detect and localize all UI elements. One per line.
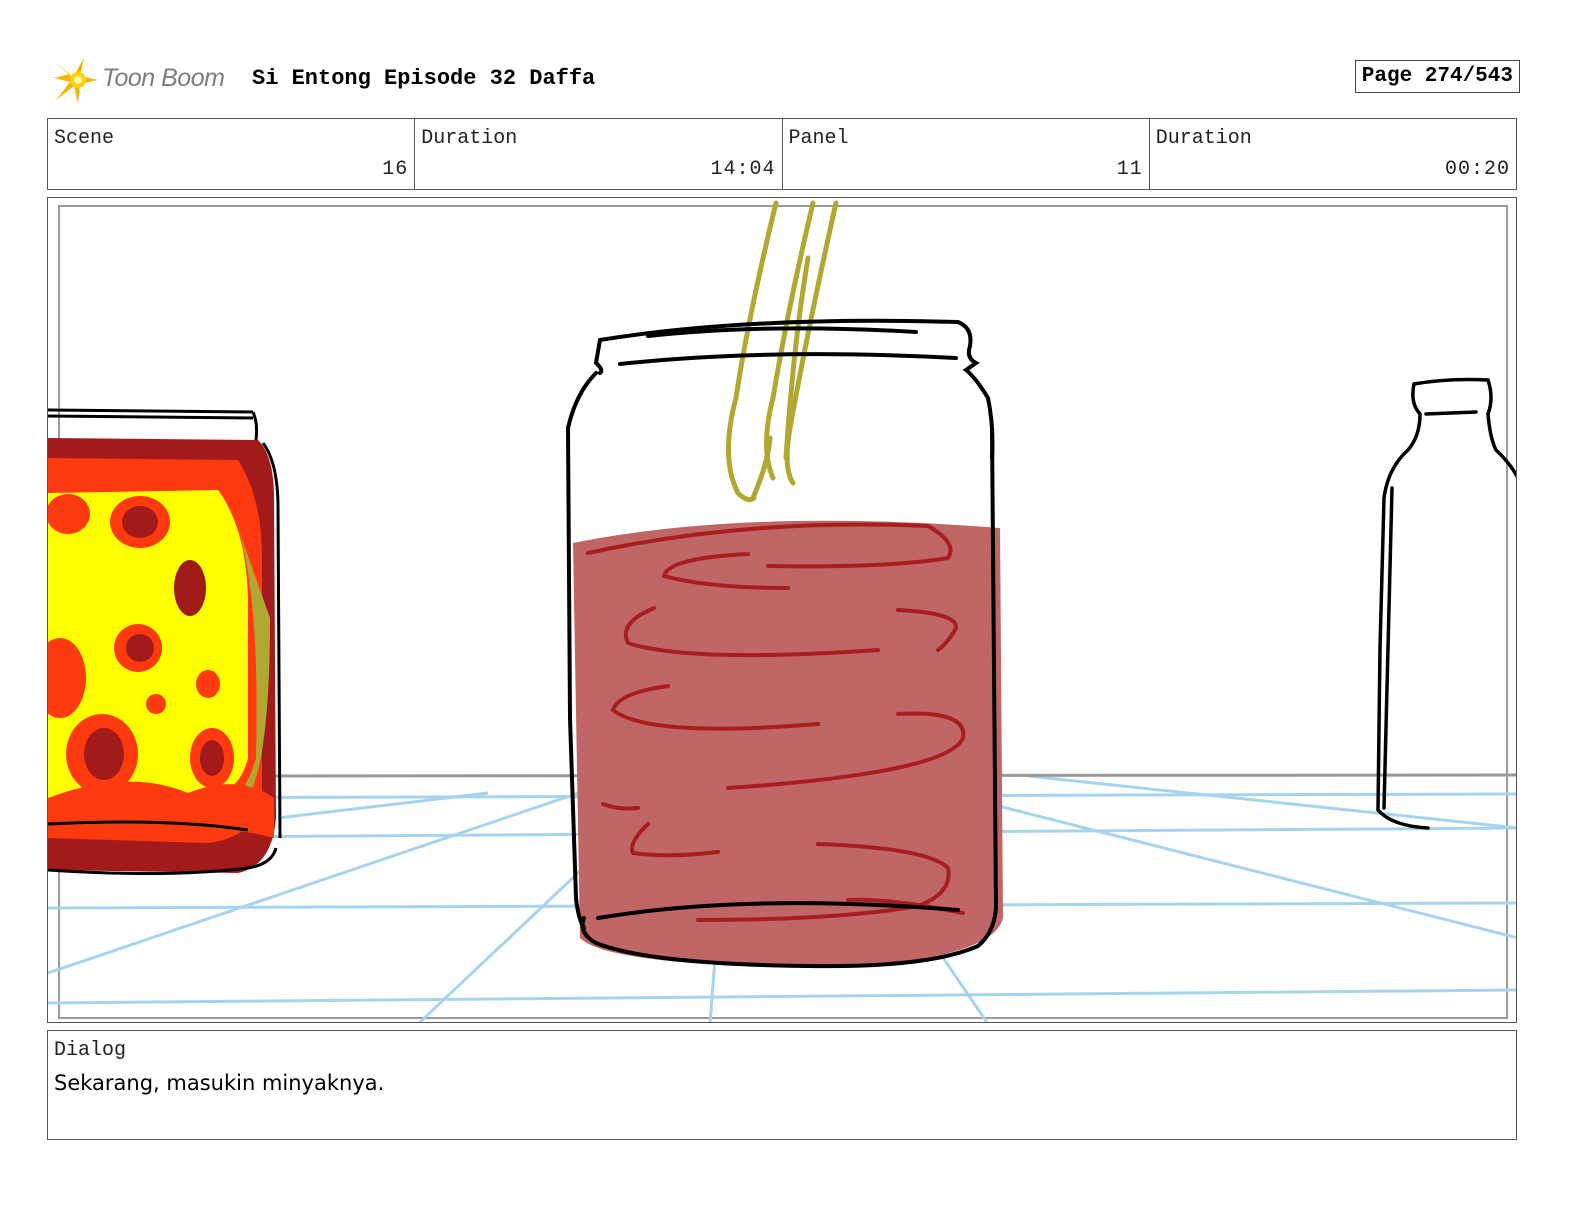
scene-value: 16 xyxy=(382,158,409,181)
panel-label: Panel xyxy=(788,127,849,150)
storyboard-drawing xyxy=(48,200,1516,1022)
panel-image-frame xyxy=(47,197,1517,1023)
panel-cell: Panel 11 xyxy=(783,119,1150,189)
scene-duration-label: Duration xyxy=(421,127,518,150)
pickle-jar xyxy=(48,408,282,876)
scene-duration-value: 14:04 xyxy=(710,158,776,181)
oil-stream xyxy=(726,200,839,503)
panel-value: 11 xyxy=(1116,158,1143,181)
scene-cell: Scene 16 xyxy=(48,119,416,189)
panel-duration-label: Duration xyxy=(1155,127,1252,150)
glass-bottle xyxy=(1376,377,1516,830)
panel-duration-cell: Duration 00:20 xyxy=(1150,119,1516,189)
dialog-box: Dialog Sekarang, masukin minyaknya. xyxy=(47,1030,1517,1140)
scene-info-table: Scene 16 Duration 14:04 Panel 11 Duratio… xyxy=(47,118,1517,190)
dialog-text: Sekarang, masukin minyaknya. xyxy=(54,1071,385,1095)
panel-duration-value: 00:20 xyxy=(1444,158,1510,181)
scene-label: Scene xyxy=(54,127,115,150)
starburst-icon xyxy=(52,58,98,104)
logo-text: Toon Boom xyxy=(102,64,225,92)
scene-duration-cell: Duration 14:04 xyxy=(415,119,783,189)
toon-boom-logo: Toon Boom xyxy=(50,54,240,106)
dialog-label: Dialog xyxy=(54,1039,127,1062)
project-title: Si Entong Episode 32 Daffa xyxy=(252,66,596,91)
page-indicator: Page 274/543 xyxy=(1354,60,1520,93)
storyboard-header: Toon Boom Si Entong Episode 32 Daffa Pag… xyxy=(50,52,1520,108)
